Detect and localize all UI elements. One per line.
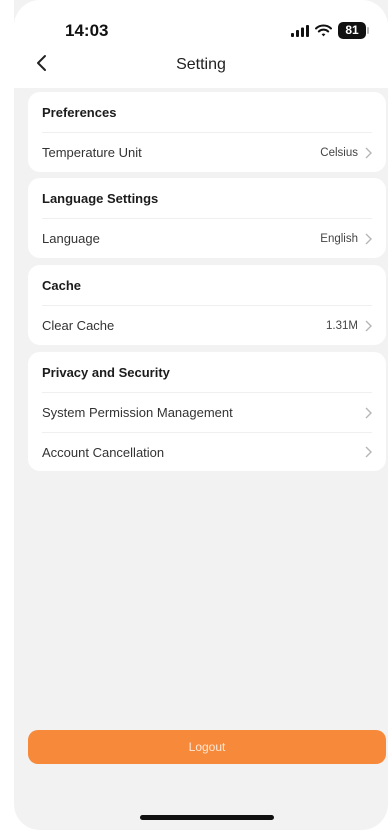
chevron-right-icon [365, 233, 372, 244]
chevron-right-icon [365, 446, 372, 458]
section-privacy-security: Privacy and Security System Permission M… [28, 352, 386, 471]
row-label: System Permission Management [42, 405, 233, 420]
top-bar: 14:03 81 Setting [14, 0, 388, 88]
logout-button[interactable]: Logout [28, 730, 386, 764]
row-system-permission-management[interactable]: System Permission Management [42, 393, 372, 432]
status-icons: 81 [291, 22, 369, 39]
section-title: Cache [42, 265, 372, 306]
row-value: 1.31M [326, 319, 358, 332]
row-label: Language [42, 231, 100, 246]
row-value: English [320, 232, 358, 245]
chevron-right-icon [365, 147, 372, 158]
section-preferences: Preferences Temperature Unit Celsius [28, 92, 386, 172]
battery-icon: 81 [338, 22, 369, 39]
row-language[interactable]: Language English [42, 219, 372, 258]
row-account-cancellation[interactable]: Account Cancellation [42, 432, 372, 471]
section-language-settings: Language Settings Language English [28, 178, 386, 258]
row-label: Temperature Unit [42, 145, 142, 160]
section-cache: Cache Clear Cache 1.31M [28, 265, 386, 345]
chevron-right-icon [365, 320, 372, 331]
home-indicator[interactable] [140, 815, 274, 820]
page-title: Setting [176, 56, 226, 73]
section-title: Language Settings [42, 178, 372, 219]
phone-screen: 14:03 81 Setting Preferences Temperature… [14, 0, 388, 830]
row-label: Clear Cache [42, 318, 115, 333]
row-value: Celsius [320, 146, 358, 159]
row-clear-cache[interactable]: Clear Cache 1.31M [42, 306, 372, 345]
row-temperature-unit[interactable]: Temperature Unit Celsius [42, 133, 372, 172]
status-time: 14:03 [65, 21, 109, 40]
section-title: Preferences [42, 92, 372, 133]
chevron-right-icon [365, 407, 372, 418]
section-title: Privacy and Security [42, 352, 372, 393]
row-label: Account Cancellation [42, 444, 165, 460]
signal-icon [291, 24, 309, 37]
wifi-icon [315, 24, 332, 37]
